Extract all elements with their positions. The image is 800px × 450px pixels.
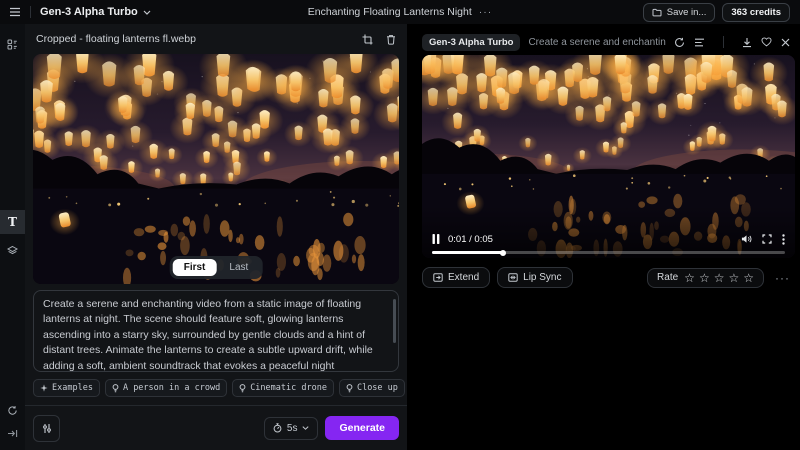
layers-icon[interactable] (0, 238, 25, 262)
rate-star-4[interactable]: ☆ (728, 272, 739, 284)
generate-controls: 5s Generate (264, 416, 399, 440)
pause-button[interactable] (432, 234, 440, 244)
more-actions-menu[interactable]: ··· (775, 271, 790, 285)
collapse-sidebar-icon[interactable] (0, 421, 25, 445)
input-panel: Cropped - floating lanterns fl.webp Firs… (25, 24, 407, 450)
generation-prompt-preview: Create a serene and enchanting video fro… (528, 37, 666, 48)
keyframe-first-button[interactable]: First (173, 259, 217, 276)
extend-label: Extend (448, 272, 479, 283)
settings-button[interactable] (33, 415, 60, 442)
chevron-down-icon (143, 10, 151, 15)
bulb-icon (346, 384, 353, 393)
chip-label: Examples (52, 383, 93, 393)
suggestion-chip-crowd[interactable]: A person in a crowd (105, 379, 227, 397)
crop-icon[interactable] (362, 34, 373, 45)
model-selector-label: Gen-3 Alpha Turbo (40, 6, 138, 18)
rate-star-3[interactable]: ☆ (714, 272, 725, 284)
progress-fill (432, 251, 503, 254)
tool-sidebar: T (0, 24, 25, 450)
text-tool[interactable]: T (0, 210, 25, 234)
generate-button[interactable]: Generate (325, 416, 399, 440)
history-icon[interactable] (0, 398, 25, 422)
prompt-textarea[interactable]: Create a serene and enchanting video fro… (33, 290, 399, 372)
topbar-divider (30, 6, 31, 18)
generation-actions (674, 36, 790, 48)
chip-label: Close up (357, 383, 398, 393)
progress-bar[interactable] (432, 251, 785, 254)
input-image[interactable]: First Last (33, 54, 399, 284)
prompt-scrollbar[interactable] (393, 299, 396, 343)
header-divider (723, 36, 724, 48)
generate-bar: 5s Generate (25, 405, 407, 450)
rate-star-2[interactable]: ☆ (699, 272, 710, 284)
top-bar: Gen-3 Alpha Turbo Enchanting Floating La… (0, 0, 800, 24)
download-icon[interactable] (742, 37, 752, 48)
save-in-label: Save in... (667, 7, 707, 18)
chip-label: A person in a crowd (123, 383, 220, 393)
video-player[interactable]: 0:01 / 0:05 (422, 55, 795, 258)
lip-sync-icon (508, 273, 518, 282)
video-controls: 0:01 / 0:05 (422, 229, 795, 249)
volume-icon[interactable] (741, 234, 752, 244)
stopwatch-icon (273, 423, 282, 433)
credits-button[interactable]: 363 credits (722, 3, 790, 22)
suggestion-chips: Examples A person in a crowd Cinematic d… (33, 379, 399, 397)
input-image-filename: Cropped - floating lanterns fl.webp (36, 33, 196, 45)
duration-value: 5s (287, 423, 298, 434)
extend-icon (433, 273, 443, 282)
extend-button[interactable]: Extend (422, 267, 490, 288)
rate-label: Rate (657, 272, 678, 283)
examples-chip[interactable]: Examples (33, 379, 100, 397)
kebab-menu-icon[interactable] (782, 234, 785, 245)
suggestion-chip-closeup[interactable]: Close up (339, 379, 405, 397)
file-actions (362, 34, 396, 45)
keyframe-last-button[interactable]: Last (218, 259, 259, 276)
chevron-down-icon (302, 426, 309, 430)
keyframe-toggle: First Last (170, 256, 263, 279)
hamburger-menu-icon[interactable] (9, 7, 21, 17)
close-icon[interactable] (781, 38, 790, 47)
chip-label: Cinematic drone (250, 383, 327, 393)
lip-sync-button[interactable]: Lip Sync (497, 267, 572, 288)
output-panel: Gen-3 Alpha Turbo Create a serene and en… (407, 24, 800, 450)
lantern-image (33, 54, 399, 284)
progress-scrubber[interactable] (500, 250, 506, 256)
rate-widget: Rate ☆ ☆ ☆ ☆ ☆ (647, 268, 764, 288)
rate-star-5[interactable]: ☆ (743, 272, 754, 284)
topbar-right: Save in... 363 credits (643, 3, 800, 22)
bulb-icon (239, 384, 246, 393)
model-selector[interactable]: Gen-3 Alpha Turbo (40, 6, 151, 18)
bulb-icon (112, 384, 119, 393)
credits-label: 363 credits (731, 7, 781, 18)
document-title-text: Enchanting Floating Lanterns Night (308, 6, 472, 18)
text-tool-glyph: T (8, 215, 17, 229)
favorite-heart-icon[interactable] (761, 37, 772, 47)
video-controls-right (741, 234, 785, 245)
output-actions: Extend Lip Sync Rate ☆ ☆ ☆ ☆ ☆ ··· (422, 267, 790, 288)
save-in-button[interactable]: Save in... (643, 3, 716, 22)
duration-dropdown[interactable]: 5s (264, 417, 319, 440)
model-tag[interactable]: Gen-3 Alpha Turbo (422, 34, 520, 51)
document-title-menu[interactable]: ··· (479, 6, 493, 18)
assets-grid-icon[interactable] (0, 32, 25, 56)
generation-header: Gen-3 Alpha Turbo Create a serene and en… (422, 31, 790, 53)
playback-time: 0:01 / 0:05 (448, 234, 493, 245)
file-row: Cropped - floating lanterns fl.webp (25, 24, 407, 54)
sparkle-icon (40, 384, 48, 392)
suggestion-chip-drone[interactable]: Cinematic drone (232, 379, 334, 397)
details-list-icon[interactable] (694, 38, 705, 47)
reuse-settings-icon[interactable] (674, 37, 685, 48)
folder-icon (652, 8, 662, 17)
rate-star-1[interactable]: ☆ (684, 272, 695, 284)
document-title: Enchanting Floating Lanterns Night ··· (308, 6, 493, 18)
prompt-text: Create a serene and enchanting video fro… (43, 298, 373, 372)
lip-sync-label: Lip Sync (523, 272, 561, 283)
fullscreen-icon[interactable] (762, 234, 772, 244)
sliders-icon (42, 423, 52, 434)
trash-icon[interactable] (386, 34, 396, 45)
